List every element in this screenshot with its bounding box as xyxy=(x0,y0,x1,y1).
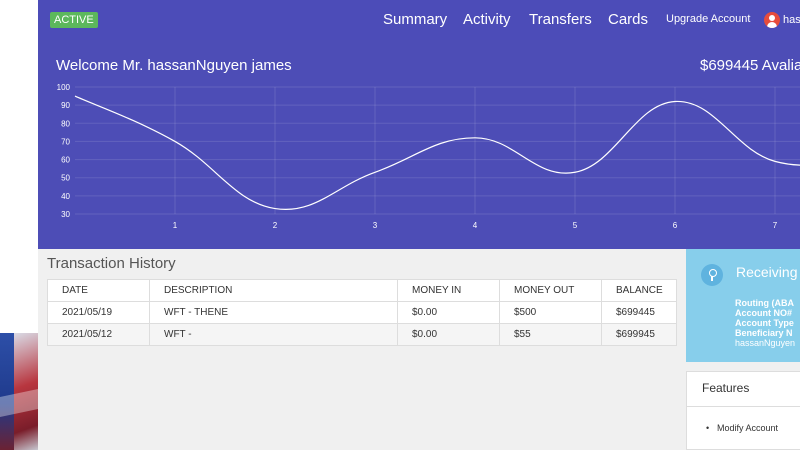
receiving-info-panel: Receiving Routing (ABA Account NO# Accou… xyxy=(686,249,800,362)
cell-money-in: $0.00 xyxy=(397,301,500,324)
cell-description: WFT - THENE xyxy=(149,301,398,324)
y-tick-label: 40 xyxy=(61,192,70,201)
column-header-description: DESCRIPTION xyxy=(149,279,398,302)
y-tick-label: 30 xyxy=(61,210,70,219)
transaction-history-title: Transaction History xyxy=(47,255,176,272)
y-tick-label: 100 xyxy=(57,83,71,92)
cell-money-out: $500 xyxy=(499,301,602,324)
welcome-message: Welcome Mr. hassanNguyen james xyxy=(56,57,292,74)
receiving-title: Receiving xyxy=(736,264,798,280)
user-avatar-icon[interactable] xyxy=(764,12,780,28)
x-tick-label: 7 xyxy=(773,221,778,230)
banking-dashboard: ACTIVE Summary Activity Transfers Cards … xyxy=(38,0,800,450)
cell-balance: $699945 xyxy=(601,323,677,346)
cell-date: 2021/05/19 xyxy=(47,301,150,324)
nav-cards[interactable]: Cards xyxy=(608,11,648,28)
y-tick-label: 80 xyxy=(61,119,70,128)
cell-money-out: $55 xyxy=(499,323,602,346)
account-summary-hero: Welcome Mr. hassanNguyen james $699445 A… xyxy=(38,40,800,249)
column-header-balance: BALANCE xyxy=(601,279,677,302)
table-row: 2021/05/12 WFT - $0.00 $55 $699945 xyxy=(47,323,677,346)
balance-series-line xyxy=(74,95,800,211)
features-divider xyxy=(687,406,800,407)
account-status-badge: ACTIVE xyxy=(50,12,98,28)
table-header-row: DATE DESCRIPTION MONEY IN MONEY OUT BALA… xyxy=(47,279,677,302)
beneficiary-value: hassanNguyen xyxy=(735,338,796,348)
column-header-date: DATE xyxy=(47,279,150,302)
column-header-money-in: MONEY IN xyxy=(397,279,500,302)
features-panel: Features Modify Account xyxy=(686,371,800,450)
location-pin-icon xyxy=(701,264,723,286)
y-tick-label: 90 xyxy=(61,101,70,110)
balance-line-chart: 30 40 50 60 70 80 90 100 1 2 3 4 5 6 7 xyxy=(57,83,800,230)
cell-description: WFT - xyxy=(149,323,398,346)
available-balance: $699445 Avalia xyxy=(700,57,800,74)
background-photo xyxy=(0,333,38,450)
nav-activity[interactable]: Activity xyxy=(463,11,511,28)
x-tick-label: 5 xyxy=(573,221,578,230)
user-menu-name[interactable]: hass xyxy=(783,14,800,26)
features-title: Features xyxy=(702,381,750,395)
cell-date: 2021/05/12 xyxy=(47,323,150,346)
x-tick-label: 4 xyxy=(473,221,478,230)
table-row: 2021/05/19 WFT - THENE $0.00 $500 $69944… xyxy=(47,301,677,324)
beneficiary-label: Beneficiary N xyxy=(735,328,793,338)
nav-transfers[interactable]: Transfers xyxy=(529,11,592,28)
transaction-table: DATE DESCRIPTION MONEY IN MONEY OUT BALA… xyxy=(47,279,677,346)
routing-label: Routing (ABA xyxy=(735,298,794,308)
y-tick-label: 70 xyxy=(61,137,70,146)
x-tick-label: 3 xyxy=(373,221,378,230)
cell-money-in: $0.00 xyxy=(397,323,500,346)
account-number-label: Account NO# xyxy=(735,308,793,318)
cell-balance: $699445 xyxy=(601,301,677,324)
feature-modify-account-link[interactable]: Modify Account xyxy=(706,423,778,433)
column-header-money-out: MONEY OUT xyxy=(499,279,602,302)
upgrade-account-link[interactable]: Upgrade Account xyxy=(666,13,750,25)
account-type-label: Account Type xyxy=(735,318,794,328)
y-tick-label: 60 xyxy=(61,156,70,165)
x-tick-label: 1 xyxy=(173,221,178,230)
x-tick-label: 2 xyxy=(273,221,278,230)
top-navbar: ACTIVE Summary Activity Transfers Cards … xyxy=(38,0,800,40)
nav-summary[interactable]: Summary xyxy=(383,11,447,28)
y-tick-label: 50 xyxy=(61,174,70,183)
x-tick-label: 6 xyxy=(673,221,678,230)
